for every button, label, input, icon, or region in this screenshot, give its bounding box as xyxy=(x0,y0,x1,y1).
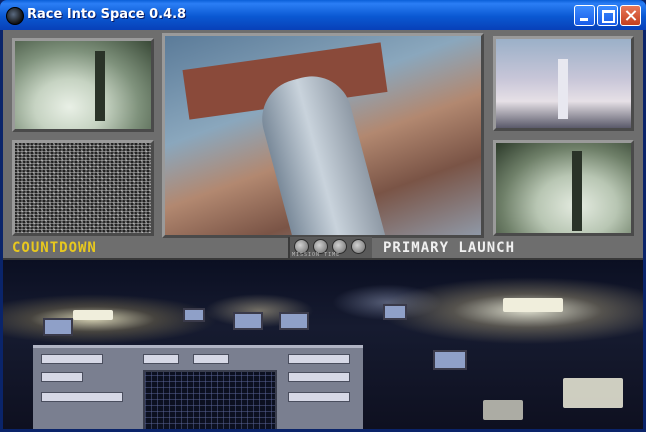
console-key xyxy=(41,354,103,364)
maximize-button[interactable] xyxy=(597,5,618,26)
monitor-top-left xyxy=(12,38,154,132)
monitor-bottom-right xyxy=(493,140,634,236)
close-button[interactable] xyxy=(620,5,641,26)
rocket-silhouette xyxy=(558,59,568,119)
monitor-static xyxy=(12,140,154,236)
game-viewport[interactable]: COUNTDOWN MISSION TIME PRIMARY LAUNCH xyxy=(3,30,643,429)
window-title: Race Into Space 0.4.8 xyxy=(27,7,187,22)
app-window: Race Into Space 0.4.8 COUNTDOWN MISSION … xyxy=(0,0,646,432)
control-light xyxy=(563,378,623,408)
monitor-panel: COUNTDOWN MISSION TIME PRIMARY LAUNCH xyxy=(3,30,643,260)
title-bar[interactable]: Race Into Space 0.4.8 xyxy=(0,0,646,30)
control-monitor xyxy=(433,350,467,370)
console-key xyxy=(288,372,350,382)
countdown-label: COUNTDOWN xyxy=(12,240,97,256)
mission-control-scene xyxy=(3,260,643,429)
control-monitor xyxy=(43,318,73,336)
launch-tower xyxy=(95,51,105,121)
monitor-main xyxy=(162,33,484,238)
control-monitor xyxy=(383,304,407,320)
control-console xyxy=(33,345,363,429)
control-light xyxy=(73,310,113,320)
mission-time-label: MISSION TIME xyxy=(292,252,341,258)
console-key xyxy=(41,372,83,382)
console-key xyxy=(41,392,123,402)
globe-icon[interactable] xyxy=(6,7,24,25)
oscilloscope-screen xyxy=(143,370,277,429)
control-monitor xyxy=(279,312,309,330)
control-monitor xyxy=(233,312,263,330)
mission-time-dials: MISSION TIME xyxy=(288,237,372,258)
control-light xyxy=(483,400,523,420)
console-key xyxy=(288,354,350,364)
control-light xyxy=(503,298,563,312)
launch-tower xyxy=(572,151,582,231)
console-key xyxy=(193,354,229,364)
monitor-top-right xyxy=(493,36,634,131)
primary-launch-label: PRIMARY LAUNCH xyxy=(383,240,516,256)
control-monitor xyxy=(183,308,205,322)
console-key xyxy=(143,354,179,364)
minimize-button[interactable] xyxy=(574,5,595,26)
console-key xyxy=(288,392,350,402)
dial-icon xyxy=(351,239,366,254)
